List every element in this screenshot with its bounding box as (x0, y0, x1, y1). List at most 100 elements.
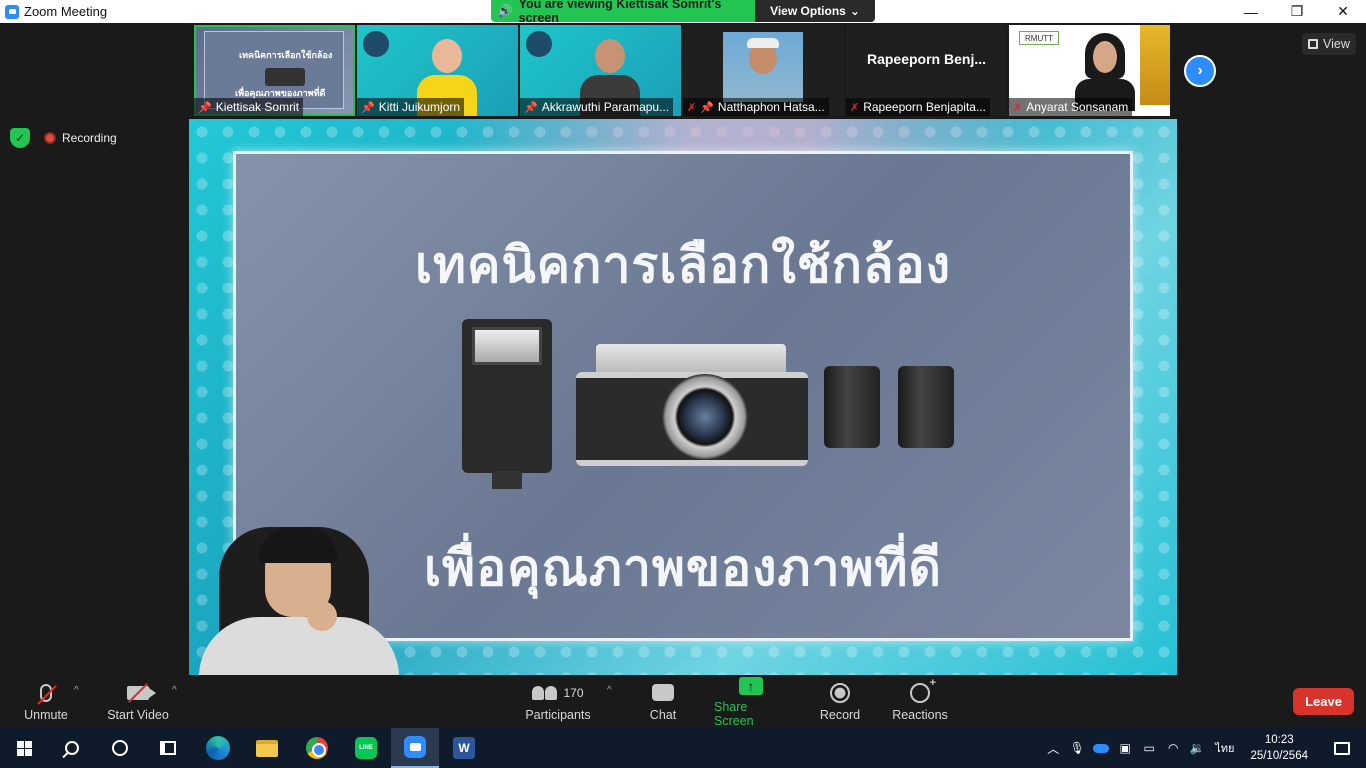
pin-icon: 📌 (700, 101, 714, 114)
taskbar-chrome[interactable] (293, 728, 341, 768)
participant-thumbnail[interactable]: Rapeeporn Benj... ✗ Rapeeporn Benjapita.… (846, 25, 1007, 116)
rmutt-logo: RMUTT (1019, 31, 1059, 45)
battery-icon[interactable]: ▭ (1137, 728, 1161, 768)
chat-icon (652, 684, 674, 701)
view-options-button[interactable]: View Options ⌄ (755, 0, 875, 22)
start-video-label: Start Video (107, 707, 169, 722)
participant-name: Anyarat Sonsanam (1026, 100, 1129, 114)
audio-options-caret-icon[interactable]: ^ (74, 685, 79, 696)
notification-center-button[interactable] (1318, 728, 1366, 768)
pin-icon: 📌 (524, 101, 538, 114)
title-bar: Zoom Meeting 🔊 You are viewing Kiettisak… (0, 0, 1366, 23)
participants-label: Participants (525, 707, 591, 722)
participant-name-bar: 📌 Akkrawuthi Paramapu... (520, 98, 674, 116)
recording-label: Recording (62, 131, 117, 145)
taskbar-clock[interactable]: 10:23 25/10/2564 (1240, 732, 1318, 764)
edge-icon (206, 736, 230, 760)
zoom-icon (404, 736, 426, 758)
onedrive-icon[interactable] (1089, 728, 1113, 768)
participants-icon (532, 685, 558, 700)
mic-muted-icon: ✗ (687, 101, 697, 114)
cortana-button[interactable] (96, 728, 144, 768)
participant-thumbnail[interactable]: เทคนิคการเลือกใช้กล้อง เพื่อคุณภาพของภาพ… (194, 25, 355, 116)
input-language[interactable]: ไทย (1209, 739, 1240, 757)
record-icon (830, 682, 850, 703)
participant-name: Akkrawuthi Paramapu... (541, 100, 670, 114)
recording-indicator[interactable]: Recording (44, 131, 117, 145)
participant-name-card: Rapeeporn Benj... (866, 51, 987, 67)
participant-count: 170 (563, 685, 584, 700)
wifi-icon[interactable]: ◠ (1161, 728, 1185, 768)
participants-button[interactable]: 170 Participants (524, 675, 592, 728)
mini-slide-text: เทคนิคการเลือกใช้กล้อง (239, 50, 333, 60)
window-title: Zoom Meeting (24, 4, 108, 19)
participant-name-bar: 📌 Kitti Juikumjorn (357, 98, 465, 116)
participant-name: Kitti Juikumjorn (378, 100, 461, 114)
viewing-text: You are viewing Kiettisak Somrit's scree… (518, 0, 722, 22)
leave-button[interactable]: Leave (1293, 688, 1354, 715)
security-tray-icon[interactable]: ▣ (1113, 728, 1137, 768)
taskbar-search-button[interactable] (48, 728, 96, 768)
participant-name-bar: ✗ Rapeeporn Benjapita... (846, 98, 990, 116)
taskbar-word[interactable]: W (440, 728, 488, 768)
word-icon: W (453, 737, 475, 759)
chat-button[interactable]: Chat (640, 675, 686, 728)
flash-unit-image (462, 319, 552, 489)
viewing-message: 🔊 You are viewing Kiettisak Somrit's scr… (491, 0, 755, 22)
grid-view-icon (1308, 39, 1318, 49)
system-tray: ︿ 🎙 ▣ ▭ ◠ 🔉 ไทย 10:23 25/10/2564 (1041, 728, 1366, 768)
participant-name: Kiettisak Somrit (215, 100, 300, 114)
security-shield-icon[interactable]: ✓ (10, 128, 30, 148)
event-logo (526, 31, 552, 57)
presenter-video-overlay (189, 527, 429, 675)
view-button[interactable]: View (1302, 33, 1356, 55)
chat-label: Chat (649, 707, 677, 722)
reactions-icon (910, 677, 936, 703)
participant-thumbnail[interactable]: 📌 Kitti Juikumjorn (357, 25, 518, 116)
viewing-banner: 🔊 You are viewing Kiettisak Somrit's scr… (491, 0, 875, 22)
participant-name: Rapeeporn Benjapita... (863, 100, 986, 114)
mic-muted-icon: ✗ (850, 101, 860, 114)
microphone-muted-icon (37, 683, 57, 705)
pin-icon: 📌 (361, 101, 375, 114)
participant-strip: เทคนิคการเลือกใช้กล้อง เพื่อคุณภาพของภาพ… (194, 25, 1170, 116)
participant-name: Natthaphon Hatsa... (717, 100, 825, 114)
minimize-button[interactable]: — (1228, 0, 1274, 23)
microphone-tray-icon[interactable]: 🎙 (1065, 728, 1089, 768)
task-view-button[interactable] (144, 728, 192, 768)
clock-time: 10:23 (1264, 734, 1294, 746)
line-icon: LINE (355, 737, 377, 759)
participant-thumbnail[interactable]: ✗ 📌 Natthaphon Hatsa... (683, 25, 844, 116)
participant-thumbnail[interactable]: 📌 Akkrawuthi Paramapu... (520, 25, 681, 116)
share-screen-button[interactable]: ↑ Share Screen (714, 675, 788, 728)
meeting-toolbar: Unmute ^ Start Video ^ 170 Participants … (0, 675, 1366, 728)
speaker-icon: 🔊 (497, 3, 513, 18)
reactions-button[interactable]: Reactions (892, 675, 948, 728)
taskbar-file-explorer[interactable] (243, 728, 291, 768)
participant-video (723, 32, 803, 102)
participant-name-bar: 📌 Kiettisak Somrit (194, 98, 304, 116)
taskbar-zoom[interactable] (391, 728, 439, 768)
record-button[interactable]: Record (818, 675, 862, 728)
close-button[interactable]: ✕ (1320, 0, 1366, 23)
taskbar-line[interactable]: LINE (342, 728, 390, 768)
participant-thumbnail[interactable]: RMUTT ✗ Anyarat Sonsanam (1009, 25, 1170, 116)
volume-icon[interactable]: 🔉 (1185, 728, 1209, 768)
start-video-button[interactable]: Start Video (106, 675, 170, 728)
taskbar-edge[interactable] (194, 728, 242, 768)
restore-button[interactable]: ❐ (1274, 0, 1320, 23)
start-button[interactable] (0, 728, 48, 768)
unmute-button[interactable]: Unmute (22, 675, 70, 728)
show-hidden-icons-chevron-icon[interactable]: ︿ (1041, 728, 1065, 768)
clock-date: 25/10/2564 (1250, 750, 1308, 762)
chrome-icon (306, 737, 328, 759)
search-icon (65, 741, 79, 755)
record-label: Record (819, 707, 861, 722)
folder-icon (256, 739, 278, 757)
shared-screen: เทคนิคการเลือกใช้กล้อง เพื่อคุณภาพของภาพ… (189, 119, 1177, 675)
video-options-caret-icon[interactable]: ^ (172, 685, 177, 696)
reactions-label: Reactions (892, 707, 948, 722)
participants-options-caret-icon[interactable]: ^ (607, 685, 612, 696)
next-page-arrow-icon[interactable]: › (1184, 55, 1216, 87)
windows-taskbar: LINE W ︿ 🎙 ▣ ▭ ◠ 🔉 ไทย 10:23 25/10/2564 (0, 728, 1366, 768)
